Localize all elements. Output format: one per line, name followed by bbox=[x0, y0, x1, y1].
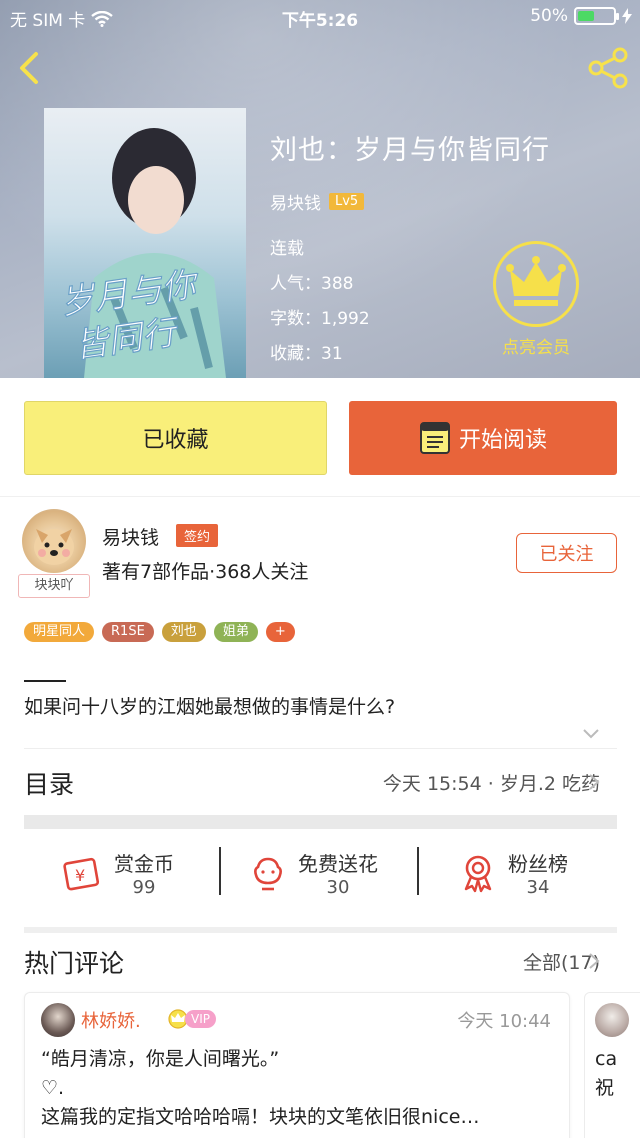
share-button[interactable] bbox=[586, 46, 630, 90]
book-icon bbox=[419, 422, 450, 454]
fan-ranking-label: 粉丝榜 bbox=[508, 852, 568, 876]
section-separator bbox=[24, 815, 617, 829]
author-card: 块块吖 易块钱 签约 著有7部作品·368人关注 已关注 bbox=[0, 496, 640, 604]
comments-title: 热门评论 bbox=[24, 949, 125, 978]
table-of-contents-row[interactable]: 目录 今天 15:54 · 岁月.2 吃药 bbox=[0, 749, 640, 815]
svg-text:¥: ¥ bbox=[75, 866, 85, 885]
interaction-stats: ¥ 赏金币 99 免费送花 30 粉丝榜 34 bbox=[0, 829, 640, 927]
flower-icon bbox=[254, 857, 282, 891]
commenter-name[interactable]: 林娇娇. bbox=[81, 1007, 141, 1033]
vip-label[interactable]: 点亮会员 bbox=[480, 333, 592, 358]
divider bbox=[417, 847, 419, 895]
fan-ranking-count: 34 bbox=[526, 877, 550, 898]
fan-ranking-icon bbox=[464, 855, 492, 893]
comment-time: 今天 10:44 bbox=[457, 1011, 551, 1032]
divider bbox=[219, 847, 221, 895]
avatar[interactable] bbox=[22, 509, 86, 573]
tag-item[interactable]: 姐弟 bbox=[213, 622, 258, 642]
reward-count: 99 bbox=[132, 877, 156, 898]
tag-list: 明星同人 R1SE 刘也 姐弟 + bbox=[24, 622, 295, 642]
tag-item[interactable]: 明星同人 bbox=[24, 622, 95, 642]
chevron-down-icon[interactable] bbox=[582, 728, 600, 740]
action-bar: 已收藏 开始阅读 bbox=[0, 378, 640, 496]
vip-badge: VIP bbox=[167, 1009, 216, 1029]
comment-card[interactable]: 林娇娇. VIP 今天 10:44 “皓月清凉，你是人间曙光。” ♡. 这篇我的… bbox=[24, 992, 570, 1138]
send-flower-button[interactable]: 免费送花 30 bbox=[250, 843, 378, 903]
book-summary: 如果问十八岁的江烟她最想做的事情是什么? bbox=[24, 696, 396, 718]
reward-coin-icon: ¥ bbox=[63, 857, 100, 891]
battery-percent: 50% bbox=[530, 6, 568, 26]
author-stats: 著有7部作品·368人关注 bbox=[102, 561, 309, 583]
section-separator bbox=[24, 927, 617, 933]
flower-count: 30 bbox=[326, 877, 350, 898]
tag-item[interactable]: R1SE bbox=[102, 622, 154, 642]
vip-button[interactable] bbox=[493, 241, 579, 327]
commenter-avatar[interactable] bbox=[41, 1003, 75, 1037]
commenter-avatar[interactable] bbox=[595, 1003, 629, 1037]
book-cover[interactable]: 岁月与你 皆同行 bbox=[44, 108, 246, 378]
collected-label: 已收藏 bbox=[142, 428, 209, 453]
chevron-right-icon[interactable] bbox=[588, 952, 600, 970]
comment-text: “皓月清凉，你是人间曙光。” ♡. 这篇我的定指文哈哈哈嗝！块块的文笔依旧很ni… bbox=[41, 1048, 480, 1128]
reward-label: 赏金币 bbox=[114, 852, 174, 876]
battery-icon bbox=[574, 7, 619, 25]
book-title: 刘也：岁月与你皆同行 bbox=[270, 135, 550, 166]
follow-label: 已关注 bbox=[539, 544, 594, 565]
book-author[interactable]: 易块钱 bbox=[270, 189, 321, 214]
crown-icon bbox=[506, 256, 566, 306]
start-reading-button[interactable]: 开始阅读 bbox=[349, 401, 617, 475]
share-icon bbox=[588, 47, 628, 89]
follow-button[interactable]: 已关注 bbox=[516, 533, 617, 573]
add-tag-button[interactable]: + bbox=[265, 622, 295, 642]
signed-badge: 签约 bbox=[176, 524, 219, 547]
reward-button[interactable]: ¥ 赏金币 99 bbox=[62, 843, 174, 903]
author-level-badge: Lv5 bbox=[329, 193, 365, 210]
start-reading-label: 开始阅读 bbox=[458, 428, 547, 453]
chevron-left-icon bbox=[20, 52, 38, 84]
charging-icon bbox=[622, 8, 632, 24]
book-header: 无 SIM 卡 下午5:26 50% 岁月与你 皆同行 刘也：岁月与你皆同行 易… bbox=[0, 0, 640, 378]
collected-button[interactable]: 已收藏 bbox=[24, 401, 327, 475]
chevron-right-icon bbox=[589, 774, 600, 790]
comment-card[interactable]: ca 祝 bbox=[584, 992, 640, 1138]
latest-chapter: 今天 15:54 · 岁月.2 吃药 bbox=[382, 773, 600, 795]
fan-ranking-button[interactable]: 粉丝榜 34 bbox=[460, 843, 568, 903]
avatar-name-tag: 块块吖 bbox=[18, 574, 90, 598]
cover-art: 岁月与你 皆同行 bbox=[57, 128, 226, 378]
flower-label: 免费送花 bbox=[298, 852, 378, 876]
toc-title: 目录 bbox=[24, 770, 75, 799]
comment-text: ca 祝 bbox=[595, 1048, 618, 1099]
tag-item[interactable]: 刘也 bbox=[161, 622, 206, 642]
dog-avatar-image bbox=[34, 529, 74, 565]
status-bar: 无 SIM 卡 下午5:26 50% bbox=[0, 0, 640, 34]
back-button[interactable] bbox=[14, 46, 50, 90]
vip-badge-label: VIP bbox=[185, 1010, 216, 1028]
summary-divider bbox=[24, 680, 66, 682]
author-name[interactable]: 易块钱 bbox=[102, 523, 159, 550]
